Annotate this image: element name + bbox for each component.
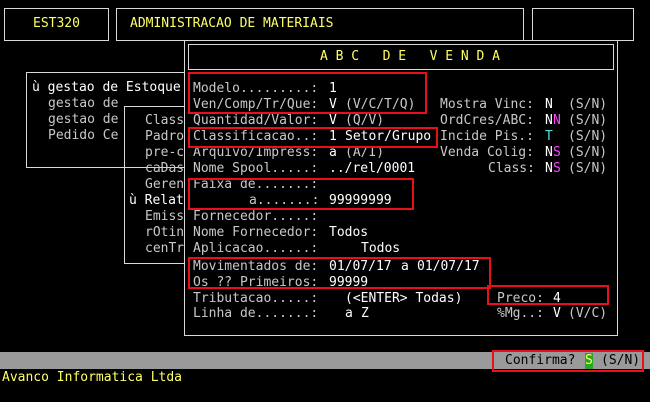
venda-colig-value-second[interactable]: S [553, 145, 561, 161]
submenu-item-cadas[interactable]: caDas [145, 161, 184, 177]
nome-spool-value[interactable]: ../rel/0001 [329, 161, 415, 177]
class-hint: (S/N) [568, 161, 608, 176]
incide-pis-hint: (S/N) [568, 129, 608, 144]
highlight-box-confirm [492, 350, 644, 372]
nome-fornecedor-value[interactable]: Todos [329, 225, 368, 241]
ordcres-hint: (S/N) [568, 113, 608, 128]
submenu-item-centr[interactable]: cenTr [145, 241, 184, 257]
menu-item-gestao-1[interactable]: gestao de [48, 96, 118, 112]
nome-fornecedor-label: Nome Fornecedor: [193, 225, 319, 240]
mg-label: %Mg..: [497, 306, 544, 321]
tributacao-value[interactable]: (<ENTER> Todas) [345, 291, 462, 307]
class-value-second[interactable]: S [553, 161, 561, 177]
submenu-item-pre-c[interactable]: pre-c [145, 145, 184, 161]
mg-hint: (V/C) [568, 306, 608, 321]
aplicacao-label: Aplicacao......: [193, 241, 319, 256]
class-value-first[interactable]: N [545, 161, 553, 177]
company-name: Avanco Informatica Ltda [2, 370, 183, 385]
submenu-item-geren[interactable]: Geren [145, 177, 184, 193]
submenu-item-relat[interactable]: ù Relat [129, 193, 184, 209]
incide-pis-value[interactable]: T [545, 129, 553, 145]
incide-pis-label: Incide Pis.: [440, 129, 534, 144]
highlight-box-movimentados [188, 257, 491, 289]
submenu-item-padro[interactable]: Padro [145, 129, 184, 145]
menu-item-gestao-estoque[interactable]: ù gestao de Estoque [32, 80, 181, 96]
nome-spool-label: Nome Spool.....: [193, 161, 319, 176]
ordcres-value-second[interactable]: N [553, 113, 561, 129]
highlight-box-faixa [188, 178, 414, 210]
mostra-vinc-value[interactable]: N [545, 97, 553, 113]
venda-colig-label: Venda Colig: [440, 145, 534, 160]
tributacao-label: Tributacao.....: [193, 291, 319, 306]
mostra-vinc-hint: (S/N) [568, 97, 608, 112]
linha-de-from[interactable]: a [345, 306, 353, 322]
linha-de-label: Linha de.......: [193, 306, 319, 321]
ordcres-label: OrdCres/ABC: [440, 113, 534, 128]
linha-de-to[interactable]: Z [361, 306, 369, 322]
right-header-frame [532, 8, 634, 41]
highlight-box-preco [487, 285, 609, 305]
highlight-box-classificacao [188, 127, 438, 148]
venda-colig-value-first[interactable]: N [545, 145, 553, 161]
highlight-box-modelo [188, 72, 427, 114]
venda-colig-hint: (S/N) [568, 145, 608, 160]
program-code: EST320 [33, 16, 80, 31]
mg-value[interactable]: V [553, 306, 561, 322]
dialog-title: A B C D E V E N D A [320, 49, 501, 64]
ordcres-value-first[interactable]: N [545, 113, 553, 129]
mostra-vinc-label: Mostra Vinc: [440, 97, 534, 112]
class-label: Class: [488, 161, 535, 176]
submenu-item-emiss[interactable]: Emiss [145, 209, 184, 225]
fornecedor-label: Fornecedor.....: [193, 209, 319, 224]
app-title: ADMINISTRACAO DE MATERIAIS [130, 16, 334, 31]
menu-item-gestao-2[interactable]: gestao de [48, 112, 118, 128]
submenu-item-rotin[interactable]: rOtin [145, 225, 184, 241]
submenu-item-class[interactable]: Class [145, 113, 184, 129]
menu-item-pedido[interactable]: Pedido Ce [48, 128, 118, 144]
aplicacao-value[interactable]: Todos [361, 241, 400, 257]
